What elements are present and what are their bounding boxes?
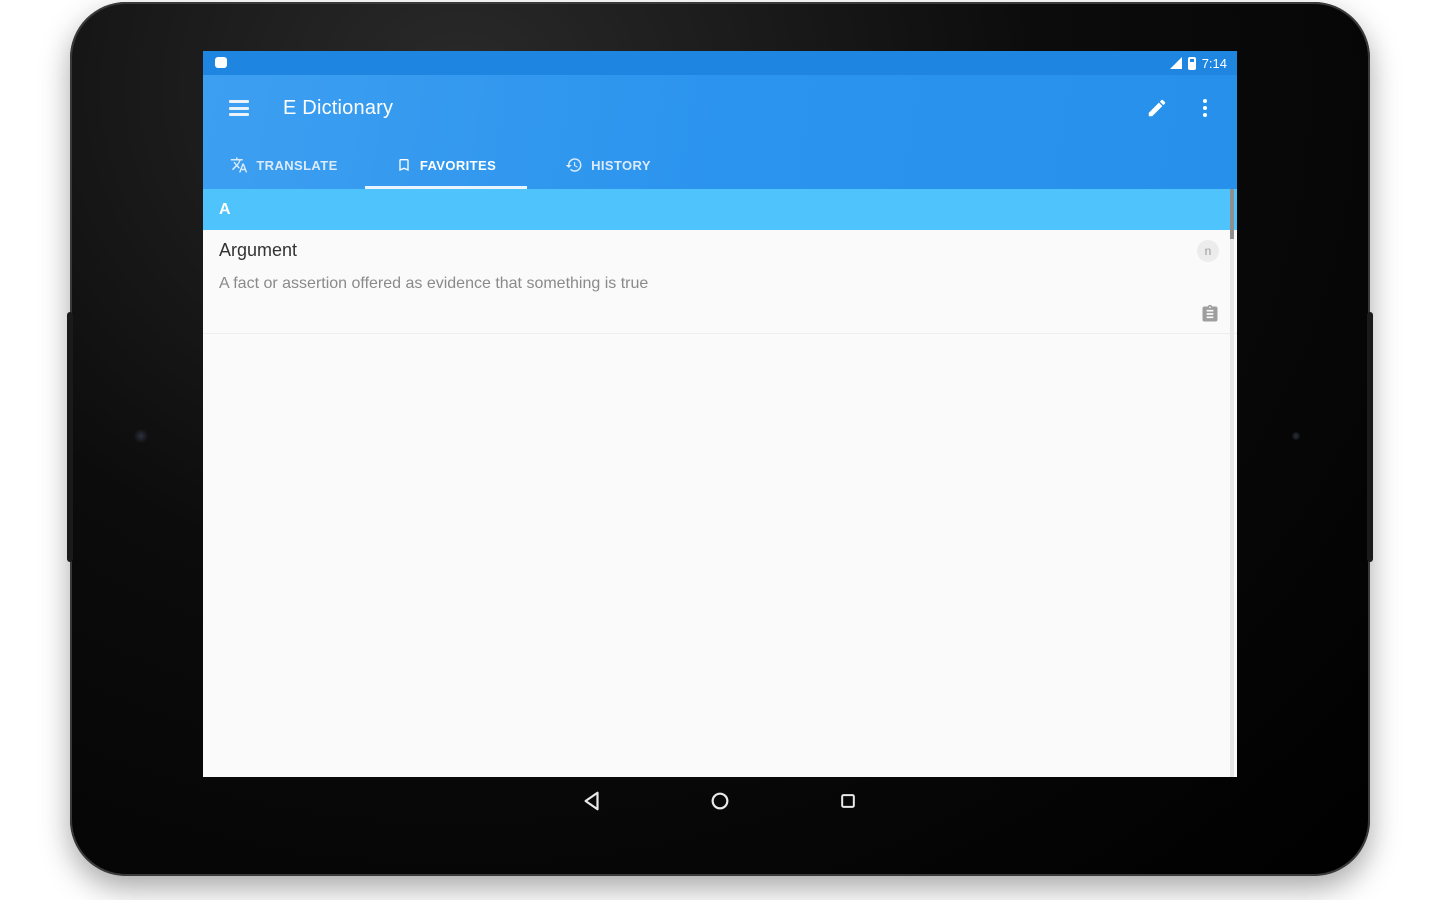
tab-translate-label: TRANSLATE — [256, 157, 338, 173]
light-sensor — [1292, 432, 1300, 440]
menu-icon[interactable] — [229, 100, 249, 116]
status-time: 7:14 — [1201, 55, 1227, 71]
history-icon — [565, 158, 582, 172]
clipboard-icon[interactable] — [1200, 304, 1220, 329]
entry-definition: A fact or assertion offered as evidence … — [219, 275, 649, 292]
notification-icon — [215, 56, 227, 68]
tab-favorites[interactable]: FAVORITES — [365, 141, 527, 189]
section-header: A — [203, 189, 1237, 230]
back-icon[interactable] — [578, 787, 606, 815]
section-letter: A — [219, 200, 231, 218]
system-nav-bar — [203, 777, 1237, 825]
translate-icon — [231, 157, 248, 173]
entry-word: Argument — [219, 240, 298, 260]
status-right: 7:14 — [1169, 55, 1227, 71]
recents-icon[interactable] — [834, 787, 862, 815]
tab-history[interactable]: HISTORY — [527, 141, 689, 189]
front-camera — [134, 429, 148, 443]
more-options-icon[interactable] — [1193, 96, 1217, 120]
list-item[interactable]: Argument A fact or assertion offered as … — [203, 230, 1237, 334]
tab-favorites-label: FAVORITES — [419, 157, 497, 173]
toolbar-actions — [1145, 96, 1217, 120]
app-bar: E Dictionary TRANSLATE FAVORITES HISTORY — [203, 75, 1237, 189]
app-title: E Dictionary — [283, 96, 394, 119]
battery-icon — [1187, 56, 1196, 70]
tab-bar: TRANSLATE FAVORITES HISTORY — [203, 141, 1237, 189]
scrollbar-track[interactable] — [1230, 189, 1234, 777]
edit-icon[interactable] — [1145, 96, 1169, 120]
status-bar: 7:14 — [203, 51, 1237, 75]
tab-history-label: HISTORY — [591, 157, 651, 173]
tablet-side-button-left — [67, 312, 73, 562]
signal-icon — [1169, 57, 1182, 69]
tablet-side-button-right — [1367, 312, 1373, 562]
status-left — [215, 56, 227, 71]
toolbar: E Dictionary — [203, 75, 1237, 141]
part-of-speech-badge: n — [1197, 240, 1219, 262]
bookmark-icon — [399, 159, 409, 171]
scrollbar-thumb[interactable] — [1230, 189, 1234, 239]
tab-translate[interactable]: TRANSLATE — [203, 141, 365, 189]
device-screen: 7:14 E Dictionary TRANSLATE FAVORITES HI… — [203, 51, 1237, 777]
home-icon[interactable] — [706, 787, 734, 815]
